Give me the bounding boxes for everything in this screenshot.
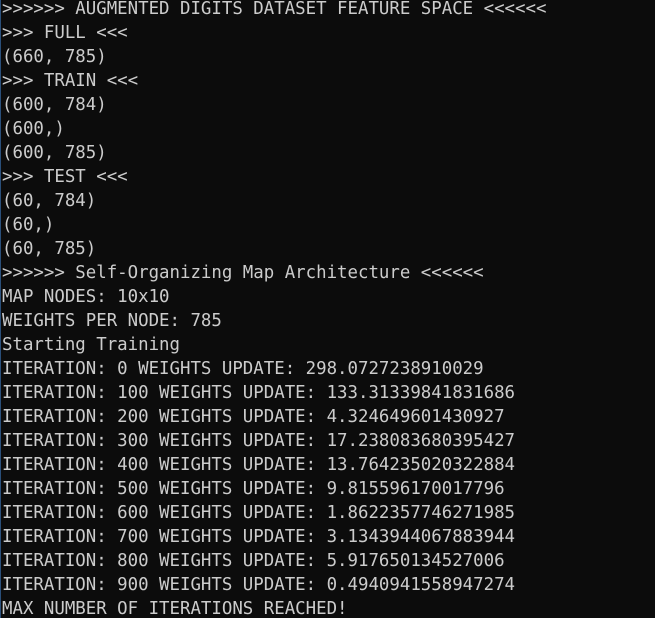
terminal-line-train-shape-x: (600, 784) <box>2 95 107 115</box>
terminal-line-iteration-300: ITERATION: 300 WEIGHTS UPDATE: 17.238083… <box>2 431 516 451</box>
terminal-line-iteration-0: ITERATION: 0 WEIGHTS UPDATE: 298.0727238… <box>2 359 484 379</box>
terminal-line-iteration-600: ITERATION: 600 WEIGHTS UPDATE: 1.8622357… <box>2 503 516 523</box>
terminal-output: >>>>>> AUGMENTED DIGITS DATASET FEATURE … <box>2 0 546 618</box>
terminal-line-map-nodes: MAP NODES: 10x10 <box>2 287 170 307</box>
terminal-line-train-label: >>> TRAIN <<< <box>2 71 139 91</box>
terminal-line-header-dataset: >>>>>> AUGMENTED DIGITS DATASET FEATURE … <box>2 0 547 19</box>
terminal-line-test-shape-y: (60,) <box>2 215 55 235</box>
terminal-line-full-label: >>> FULL <<< <box>2 23 128 43</box>
terminal-line-max-iterations: MAX NUMBER OF ITERATIONS REACHED! <box>2 599 348 618</box>
terminal-line-iteration-800: ITERATION: 800 WEIGHTS UPDATE: 5.9176501… <box>2 551 505 571</box>
terminal-line-test-shape-x: (60, 784) <box>2 191 97 211</box>
terminal-line-iteration-700: ITERATION: 700 WEIGHTS UPDATE: 3.1343944… <box>2 527 516 547</box>
terminal-line-full-shape: (660, 785) <box>2 47 107 67</box>
terminal-line-iteration-500: ITERATION: 500 WEIGHTS UPDATE: 9.8155961… <box>2 479 505 499</box>
terminal-line-header-som: >>>>>> Self-Organizing Map Architecture … <box>2 263 484 283</box>
terminal-line-train-shape-full: (600, 785) <box>2 143 107 163</box>
terminal-line-iteration-200: ITERATION: 200 WEIGHTS UPDATE: 4.3246496… <box>2 407 505 427</box>
terminal-line-iteration-400: ITERATION: 400 WEIGHTS UPDATE: 13.764235… <box>2 455 516 475</box>
terminal-window[interactable]: >>>>>> AUGMENTED DIGITS DATASET FEATURE … <box>0 0 655 618</box>
terminal-line-starting-training: Starting Training <box>2 335 180 355</box>
terminal-line-test-label: >>> TEST <<< <box>2 167 128 187</box>
terminal-line-iteration-100: ITERATION: 100 WEIGHTS UPDATE: 133.31339… <box>2 383 516 403</box>
terminal-line-weights-per-node: WEIGHTS PER NODE: 785 <box>2 311 222 331</box>
terminal-line-iteration-900: ITERATION: 900 WEIGHTS UPDATE: 0.4940941… <box>2 575 516 595</box>
window-left-border <box>0 0 1 618</box>
terminal-line-test-shape-full: (60, 785) <box>2 239 97 259</box>
terminal-line-train-shape-y: (600,) <box>2 119 65 139</box>
